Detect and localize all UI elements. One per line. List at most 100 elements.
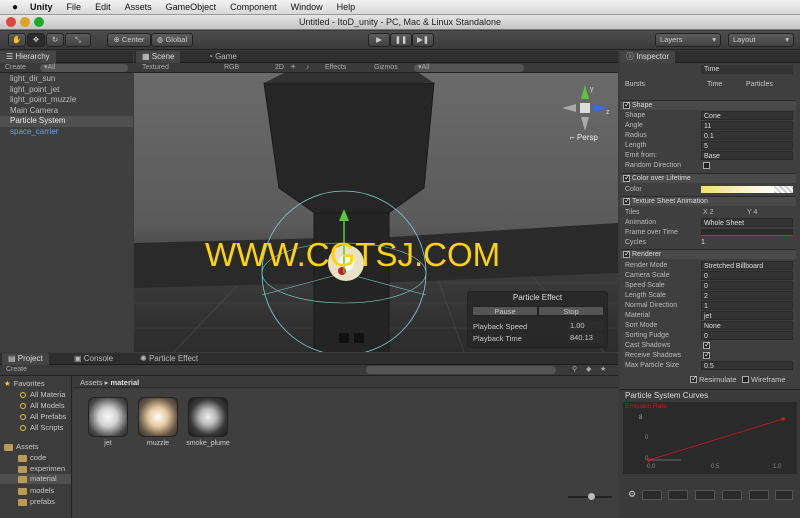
apple-icon[interactable]: ● xyxy=(12,2,18,13)
zoom-window-button[interactable] xyxy=(34,17,44,27)
particle-stop-button[interactable]: Stop xyxy=(538,306,604,316)
tiles-x-field[interactable]: X 2 xyxy=(703,208,714,218)
favorite-all-prefabs[interactable]: All Prefabs xyxy=(20,412,66,421)
gizmos-dropdown[interactable]: Gizmos xyxy=(374,63,398,73)
breadcrumb-material[interactable]: material xyxy=(110,378,139,387)
audio-toggle-icon[interactable]: ♪ xyxy=(306,63,310,73)
hand-tool-button[interactable]: ✋ xyxy=(8,33,26,47)
menu-file[interactable]: File xyxy=(67,2,82,12)
2d-toggle[interactable]: 2D xyxy=(275,63,284,73)
play-button[interactable]: ▶ xyxy=(368,33,390,47)
tab-hierarchy[interactable]: ☰ Hierarchy xyxy=(0,51,56,63)
hierarchy-item-particle-system[interactable]: Particle System xyxy=(0,116,133,127)
texture-sheet-animation-checkbox[interactable] xyxy=(623,196,631,205)
scale-tool-button[interactable]: ⤡ xyxy=(65,33,91,47)
renderer-row-value[interactable]: Stretched Billboard xyxy=(701,261,793,270)
hierarchy-create-button[interactable]: Create xyxy=(5,63,26,73)
scene-viewport[interactable]: y z ⌐ Persp Particle Effect Pause Stop P… xyxy=(134,73,618,352)
assets-root-folder[interactable]: Assets xyxy=(4,442,39,451)
folder-code[interactable]: code xyxy=(18,453,46,462)
layers-dropdown[interactable]: Layers ▾ xyxy=(655,33,721,47)
tab-project[interactable]: ▤ Project xyxy=(2,353,49,365)
menu-unity[interactable]: Unity xyxy=(30,2,53,12)
menu-help[interactable]: Help xyxy=(337,2,356,12)
layout-dropdown[interactable]: Layout ▾ xyxy=(728,33,794,47)
renderer-row-checkbox[interactable] xyxy=(703,340,711,350)
favorite-all-models[interactable]: All Models xyxy=(20,401,65,410)
shape-row-value[interactable]: Cone xyxy=(701,111,793,120)
shape-module-checkbox[interactable] xyxy=(623,100,631,109)
playback-speed-input[interactable]: 1.00 xyxy=(568,321,604,331)
shape-row-value[interactable]: 5 xyxy=(701,141,793,150)
curve-preset-linear[interactable] xyxy=(695,490,715,500)
asset-slider-thumb[interactable] xyxy=(588,493,595,500)
playback-time-input[interactable]: 840.13 xyxy=(568,333,604,343)
tab-console[interactable]: ▣ Console xyxy=(68,353,119,365)
asset-muzzle-thumbnail[interactable] xyxy=(138,397,178,437)
effects-dropdown[interactable]: Effects xyxy=(325,63,346,73)
filter-type-icon[interactable]: ⚲ xyxy=(572,365,577,375)
hierarchy-item-main-camera[interactable]: Main Camera xyxy=(0,106,133,117)
shading-mode-dropdown[interactable]: Textured xyxy=(142,63,169,73)
lighting-toggle-icon[interactable]: ☀ xyxy=(290,63,296,73)
curve-preset-ease-out[interactable] xyxy=(722,490,742,500)
color-over-lifetime-header[interactable]: Color over Lifetime xyxy=(620,173,796,183)
curves-graph[interactable]: Emission Rate 8 0 0 0.0 0.5 1.0 xyxy=(623,402,797,474)
curve-preset-smooth[interactable] xyxy=(775,490,793,500)
tab-game[interactable]: ◔ Game xyxy=(202,51,243,63)
folder-models[interactable]: models xyxy=(18,486,54,495)
shape-row-value[interactable]: Base xyxy=(701,151,793,160)
menu-gameobject[interactable]: GameObject xyxy=(166,2,217,12)
hierarchy-item-light-point-muzzle[interactable]: light_point_muzzle xyxy=(0,95,133,106)
texture-sheet-animation-header[interactable]: Texture Sheet Animation xyxy=(620,196,796,206)
hierarchy-search-input[interactable]: ▾All xyxy=(40,64,128,72)
renderer-row-value[interactable]: 0 xyxy=(701,331,793,340)
favorite-search-icon[interactable]: ★ xyxy=(600,365,606,375)
folder-experimental[interactable]: experimen xyxy=(18,464,65,473)
renderer-row-checkbox[interactable] xyxy=(703,350,711,360)
scene-search-input[interactable]: ▾All xyxy=(414,64,524,72)
color-over-lifetime-checkbox[interactable] xyxy=(623,173,631,182)
favorite-all-scripts[interactable]: All Scripts xyxy=(20,423,63,432)
perspective-label[interactable]: ⌐ Persp xyxy=(570,133,598,142)
curve-settings-icon[interactable]: ⚙ xyxy=(628,489,636,500)
pivot-global-button[interactable]: ◍ Global xyxy=(151,33,193,47)
asset-jet-thumbnail[interactable] xyxy=(88,397,128,437)
render-mode-dropdown[interactable]: RGB xyxy=(224,63,239,73)
shape-row-value[interactable]: 0.1 xyxy=(701,131,793,140)
minimize-window-button[interactable] xyxy=(20,17,30,27)
orientation-gizmo[interactable]: y z xyxy=(560,83,610,133)
menu-component[interactable]: Component xyxy=(230,2,277,12)
pivot-center-button[interactable]: ⊕ Center xyxy=(107,33,151,47)
renderer-row-value[interactable]: 0 xyxy=(701,271,793,280)
menu-assets[interactable]: Assets xyxy=(125,2,152,12)
renderer-row-value[interactable]: 2 xyxy=(701,291,793,300)
breadcrumb-assets[interactable]: Assets xyxy=(80,378,103,387)
animation-dropdown[interactable]: Whole Sheet xyxy=(701,218,793,227)
shape-row-checkbox[interactable] xyxy=(703,162,710,169)
renderer-row-value[interactable]: 0.5 xyxy=(701,361,793,370)
close-window-button[interactable] xyxy=(6,17,16,27)
move-tool-button[interactable]: ✥ xyxy=(27,33,45,47)
hierarchy-item-light-point-jet[interactable]: light_point_jet xyxy=(0,85,133,96)
menu-edit[interactable]: Edit xyxy=(95,2,111,12)
hierarchy-item-space-carrier[interactable]: space_carrier xyxy=(0,127,133,138)
favorites-header[interactable]: ★ Favorites xyxy=(4,379,45,388)
renderer-row-value[interactable]: 0 xyxy=(701,281,793,290)
menu-window[interactable]: Window xyxy=(291,2,323,12)
resimulate-checkbox[interactable] xyxy=(690,374,698,383)
shape-module-header[interactable]: Shape xyxy=(620,100,796,110)
asset-smoke-plume-thumbnail[interactable] xyxy=(188,397,228,437)
wireframe-checkbox[interactable] xyxy=(742,376,749,383)
cycles-field[interactable]: 1 xyxy=(701,238,705,248)
particle-pause-button[interactable]: Pause xyxy=(472,306,538,316)
renderer-row-value[interactable]: 1 xyxy=(701,301,793,310)
curve-preset-ease-in-out[interactable] xyxy=(749,490,769,500)
renderer-module-checkbox[interactable] xyxy=(623,249,631,258)
renderer-module-header[interactable]: Renderer xyxy=(620,249,796,259)
pause-button[interactable]: ❚❚ xyxy=(390,33,412,47)
renderer-row-value[interactable]: jet xyxy=(701,311,793,320)
tab-scene[interactable]: ▦ Scene xyxy=(136,51,181,63)
filter-label-icon[interactable]: ◆ xyxy=(586,365,591,375)
curve-preset-ease-in[interactable] xyxy=(668,490,688,500)
